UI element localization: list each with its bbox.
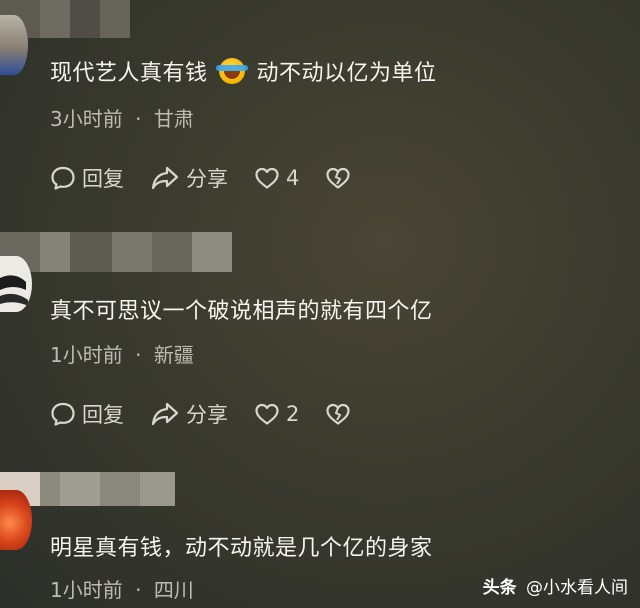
meta-separator: · — [135, 578, 142, 602]
comment-bubble-icon — [51, 402, 75, 426]
comment-actions-2: 回复 分享 2 — [50, 399, 383, 429]
reply-label: 回复 — [82, 403, 124, 427]
share-button[interactable]: 分享 — [150, 163, 228, 193]
comment-1-text-before: 现代艺人真有钱 — [50, 61, 208, 86]
broken-heart-icon — [326, 403, 350, 425]
share-label: 分享 — [186, 403, 228, 427]
avatar-1[interactable] — [0, 15, 28, 75]
comment-meta-1: 3小时前 · 甘肃 — [50, 103, 194, 132]
comment-1-text-after: 动不动以亿为单位 — [256, 61, 437, 86]
heart-icon — [255, 167, 279, 189]
broken-heart-icon — [326, 167, 350, 189]
watermark-author: 小水看人间 — [543, 578, 628, 598]
dislike-button[interactable] — [325, 166, 357, 190]
comment-text-3: 明星真有钱，动不动就是几个亿的身家 — [50, 536, 433, 561]
like-button[interactable]: 2 — [254, 402, 299, 426]
share-arrow-icon — [151, 166, 179, 190]
avatar-3[interactable] — [0, 490, 32, 550]
comment-2-location: 新疆 — [153, 343, 194, 367]
meta-separator: · — [135, 107, 142, 131]
comment-2-time: 1小时前 — [50, 343, 123, 367]
reply-button[interactable]: 回复 — [50, 163, 124, 193]
comment-actions-1: 回复 分享 4 — [50, 163, 383, 193]
heart-icon — [255, 403, 279, 425]
avatar-2[interactable] — [0, 256, 32, 312]
reply-label: 回复 — [82, 167, 124, 191]
comment-text-2: 真不可思议一个破说相声的就有四个亿 — [50, 299, 433, 324]
reply-button[interactable]: 回复 — [50, 399, 124, 429]
comment-bubble-icon — [51, 166, 75, 190]
comment-1-time: 3小时前 — [50, 107, 123, 131]
watermark-separator: @ — [526, 578, 543, 598]
comment-1-location: 甘肃 — [153, 107, 194, 131]
share-label: 分享 — [186, 167, 228, 191]
meta-separator: · — [135, 343, 142, 367]
watermark-brand: 头条 — [482, 578, 517, 598]
laughing-tears-emoji-icon — [216, 58, 249, 84]
dislike-button[interactable] — [325, 402, 357, 426]
comment-meta-2: 1小时前 · 新疆 — [50, 339, 194, 368]
avatar-2-graphic — [0, 275, 28, 306]
like-button[interactable]: 4 — [254, 166, 299, 190]
comment-3-time: 1小时前 — [50, 578, 123, 602]
watermark: 头条 @小水看人间 — [483, 573, 628, 598]
share-button[interactable]: 分享 — [150, 399, 228, 429]
comment-3-location: 四川 — [153, 578, 194, 602]
comment-meta-3: 1小时前 · 四川 — [50, 574, 194, 603]
share-arrow-icon — [151, 402, 179, 426]
comment-text-1: 现代艺人真有钱 动不动以亿为单位 — [50, 55, 437, 87]
like-count: 2 — [286, 402, 300, 426]
username-blurred-2 — [0, 232, 232, 272]
like-count: 4 — [286, 166, 300, 190]
